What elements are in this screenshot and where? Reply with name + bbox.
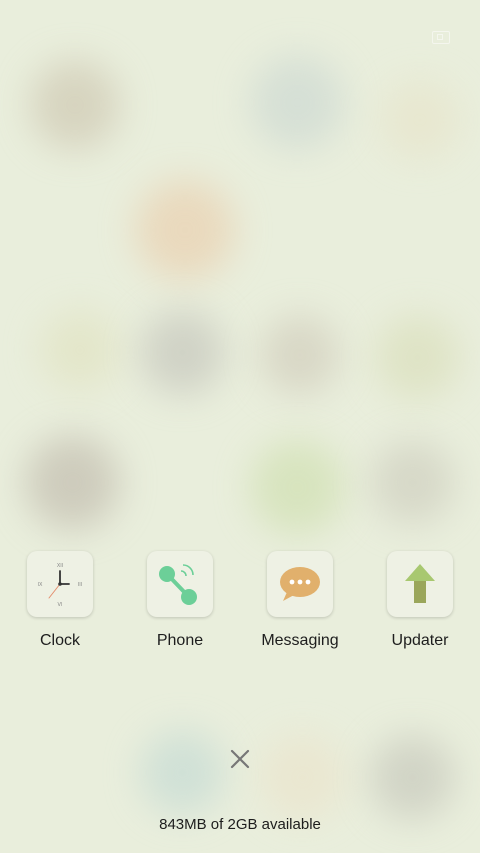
app-phone[interactable]: Phone [120,551,240,650]
app-label-phone: Phone [156,632,204,649]
bg-blob [260,735,345,820]
memory-status: 843MB of 2GB available [159,816,321,833]
bg-blob [250,55,345,150]
messaging-icon[interactable] [267,551,333,617]
app-label-clock: Clock [39,632,80,649]
updater-icon[interactable] [387,551,453,617]
multi-window-icon [432,31,450,44]
app-messaging[interactable]: Messaging [240,551,360,650]
phone-icon[interactable] [147,551,213,617]
bg-blob [370,440,455,525]
app-updater[interactable]: Updater [360,551,480,650]
app-label-messaging: Messaging [261,632,339,649]
svg-text:III: III [78,582,82,588]
bg-blob [250,440,345,535]
bg-blob [25,435,120,530]
bg-blob [135,180,235,280]
svg-text:VI: VI [58,602,63,608]
bg-blob [380,80,460,160]
svg-text:XII: XII [57,563,63,569]
bg-blob [40,310,120,390]
close-icon[interactable] [228,747,252,771]
bg-blob [375,315,460,400]
bg-blob [140,310,225,395]
bg-blob [30,60,120,150]
svg-text:IX: IX [38,582,43,588]
app-clock[interactable]: XII VI IX III Clock [0,551,120,650]
app-dock: XII VI IX III Clock Phone Messaging Upda… [0,551,480,661]
bg-blob [140,730,225,815]
clock-icon[interactable]: XII VI IX III [27,551,93,617]
bg-blob [370,735,455,820]
bg-blob [260,315,340,395]
app-label-updater: Updater [391,632,449,649]
